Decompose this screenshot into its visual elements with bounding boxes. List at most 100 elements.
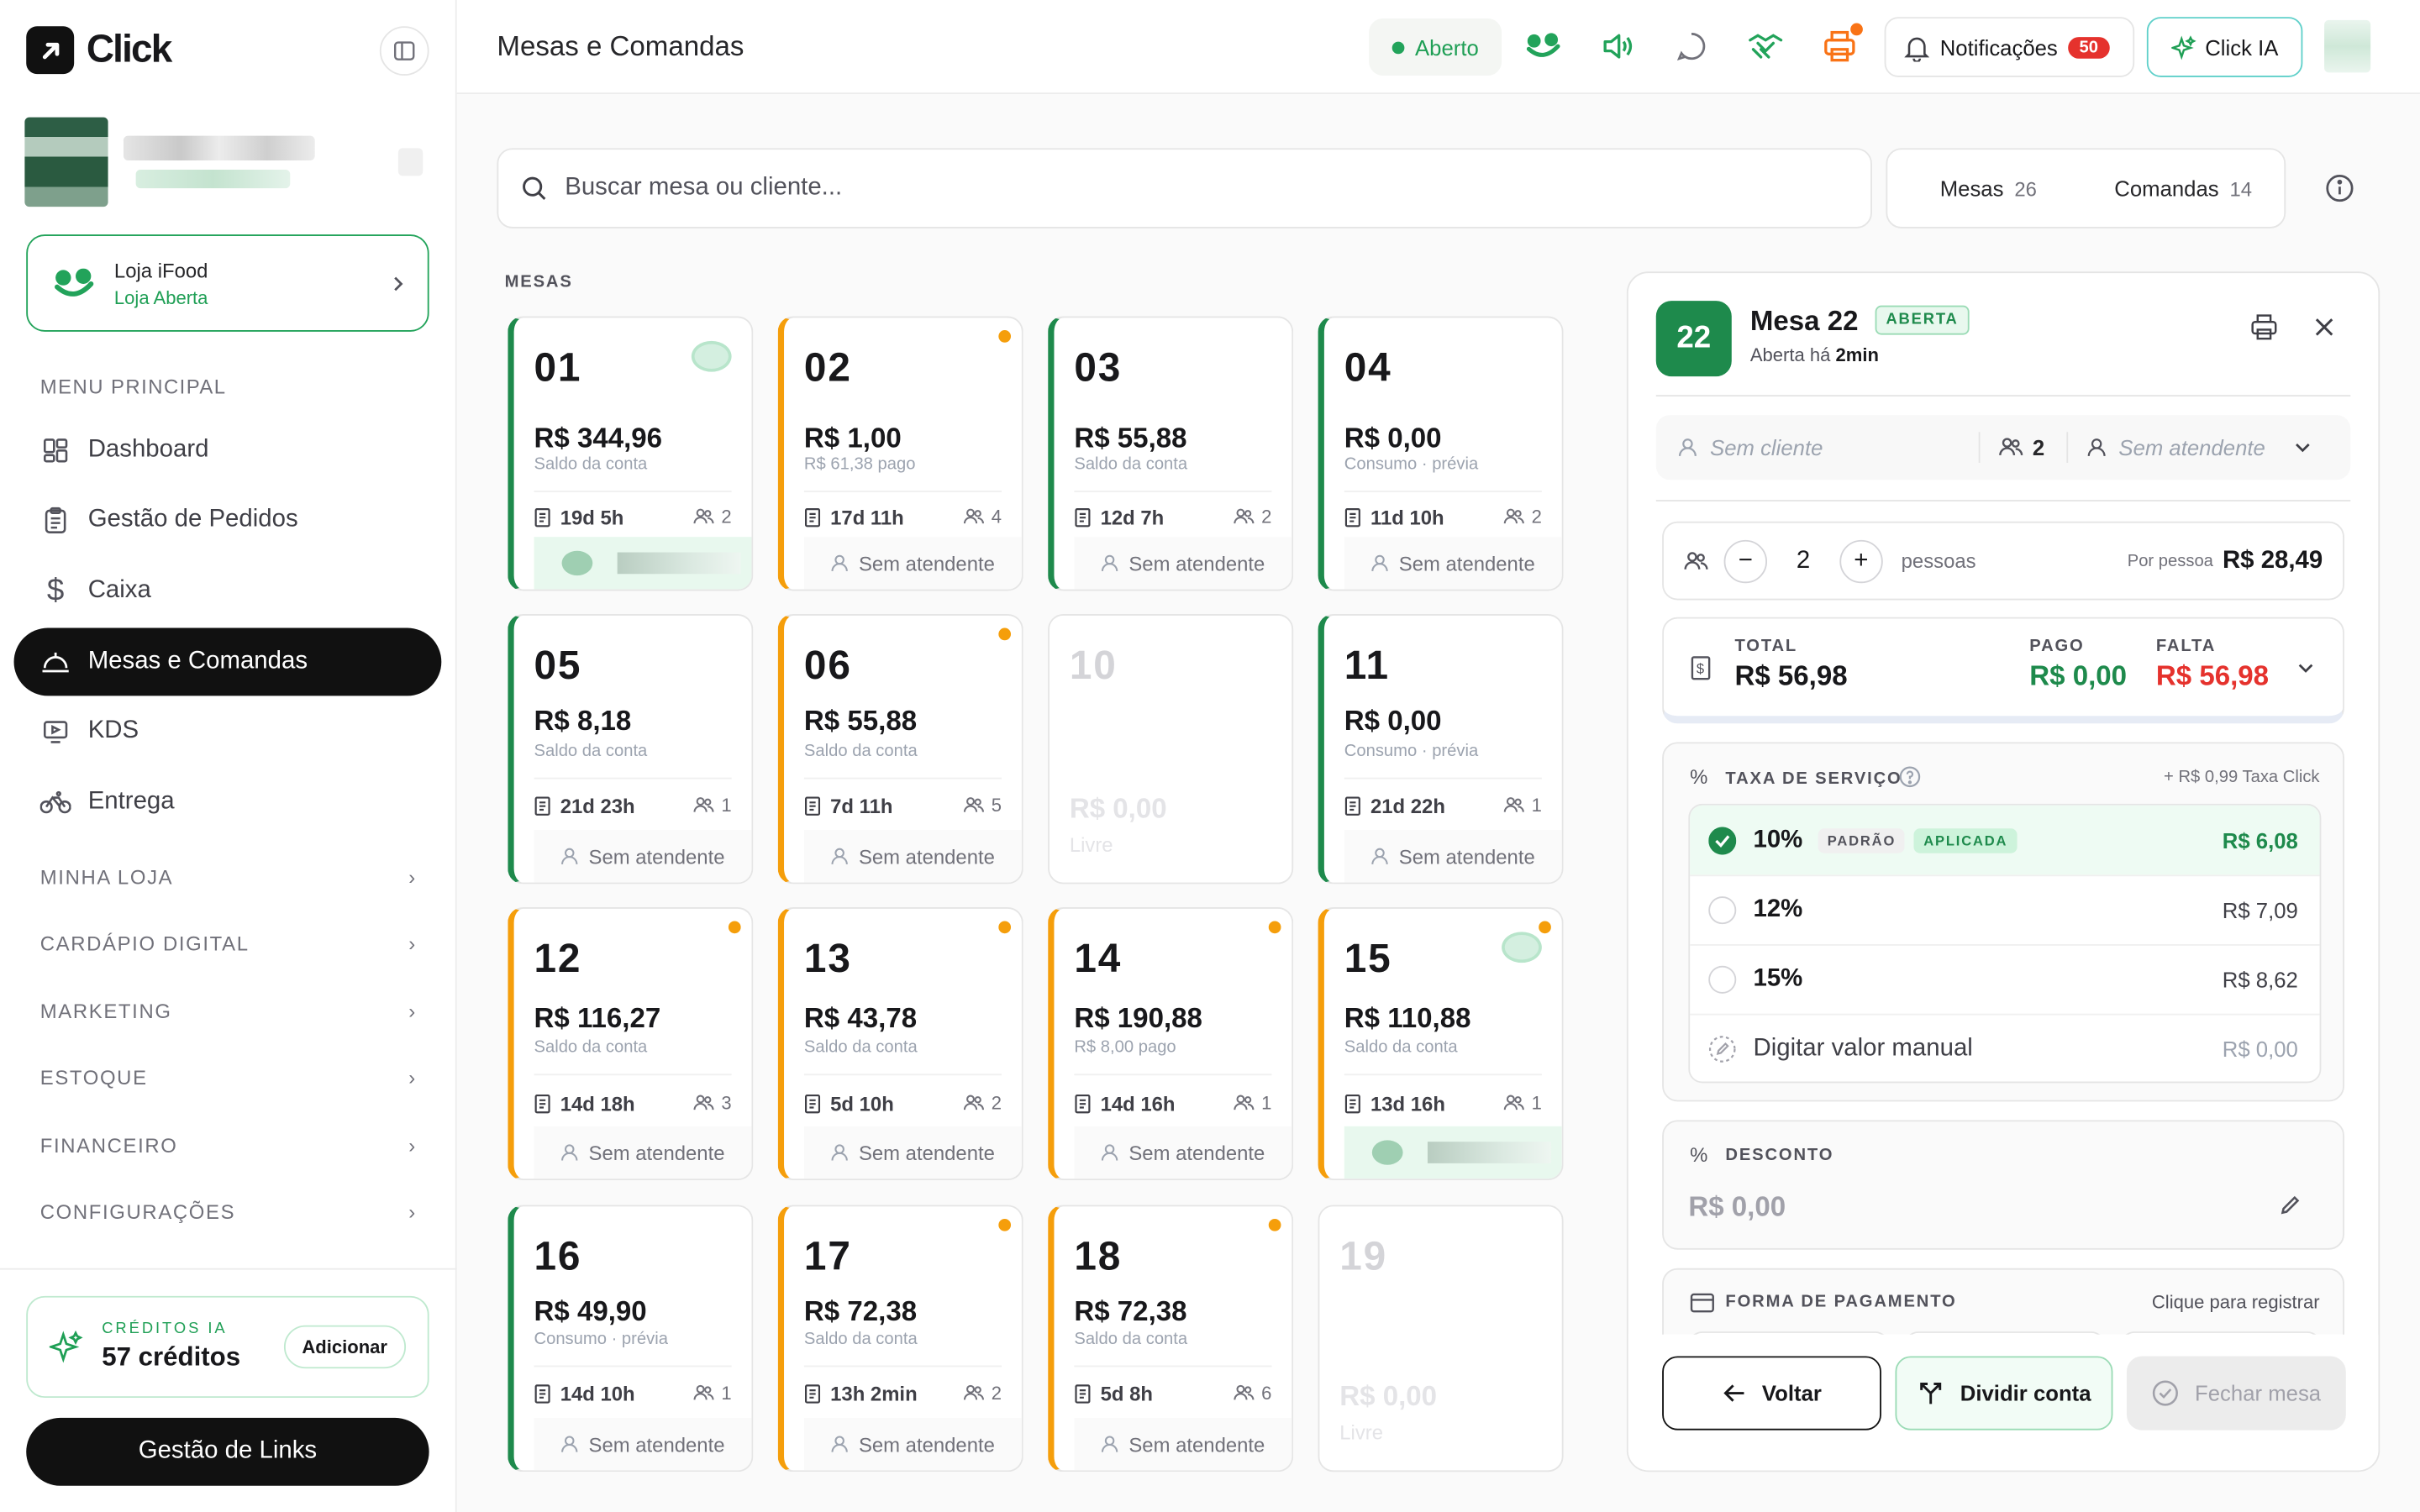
table-number: 03 xyxy=(1074,344,1123,391)
ai-credits-card: CRÉDITOS IA 57 créditos Adicionar xyxy=(26,1295,429,1399)
table-card[interactable]: 18 R$ 72,38 Saldo da conta 5d 8h 6 Sem atende… xyxy=(1048,1205,1294,1473)
info-icon[interactable] xyxy=(2321,170,2358,207)
table-card[interactable]: 05 R$ 8,18 Saldo da conta 21d 23h 1 Sem atend… xyxy=(508,614,754,885)
printer-icon[interactable] xyxy=(1819,23,1863,66)
table-card[interactable]: 16 R$ 49,90 Consumo · prévia 14d 10h 1 Sem at… xyxy=(508,1205,754,1473)
group-configuracoes[interactable]: CONFIGURAÇÕES › xyxy=(40,1200,417,1224)
group-label: CARDÁPIO DIGITAL xyxy=(39,932,250,955)
discount-section[interactable]: % DESCONTO R$ 0,00 xyxy=(1662,1120,2344,1250)
group-estoque[interactable]: ESTOQUE › xyxy=(40,1066,417,1089)
nav-kds[interactable]: KDS xyxy=(14,697,442,765)
close-table-button[interactable]: Fechar mesa xyxy=(2126,1356,2346,1431)
user-avatar-redacted[interactable] xyxy=(2324,19,2371,73)
profile-menu-redacted[interactable] xyxy=(397,148,424,176)
table-card[interactable]: 10 R$ 0,00 Livre xyxy=(1048,614,1294,885)
search-input[interactable] xyxy=(565,174,1800,202)
table-subtitle: Consumo · prévia xyxy=(1344,454,1479,474)
close-icon[interactable] xyxy=(2311,313,2338,341)
discount-label: DESCONTO xyxy=(1725,1146,1834,1165)
service-option-10[interactable]: 10% PADRÃO APLICADA R$ 6,08 xyxy=(1690,805,2320,875)
service-option-15[interactable]: 15% R$ 8,62 xyxy=(1690,944,2320,1014)
store-card[interactable]: Loja iFood Loja Aberta xyxy=(26,234,429,332)
service-option-manual[interactable]: Digitar valor manual R$ 0,00 xyxy=(1690,1013,2320,1084)
store-open-status[interactable]: Aberto xyxy=(1369,18,1502,76)
receipt-icon xyxy=(804,1094,821,1114)
nav-caixa[interactable]: $ Caixa xyxy=(14,557,442,625)
table-card[interactable]: 15 R$ 110,88 Saldo da conta 13d 16h 1 xyxy=(1318,906,1564,1181)
card-divider xyxy=(534,1365,732,1368)
handshake-icon[interactable] xyxy=(1745,26,1786,66)
attendant-row: Sem atendente xyxy=(1074,537,1292,590)
table-card[interactable]: 13 R$ 43,78 Saldo da conta 5d 10h 2 Sem atend… xyxy=(777,906,1023,1181)
table-card[interactable]: 19 R$ 0,00 Livre xyxy=(1318,1205,1564,1473)
collapse-sidebar-button[interactable] xyxy=(379,26,429,76)
tables-section-label: MESAS xyxy=(504,273,573,292)
table-subtitle: Saldo da conta xyxy=(1344,1038,1458,1058)
option-value: R$ 6,08 xyxy=(2222,827,2298,853)
table-card[interactable]: 11 R$ 0,00 Consumo · prévia 21d 22h 1 Sem ate… xyxy=(1318,614,1564,885)
time-value: 13h 2min xyxy=(830,1382,918,1406)
elapsed-time: 21d 22h xyxy=(1344,795,1445,817)
table-card[interactable]: 14 R$ 190,88 R$ 8,00 pago 14d 16h 1 Sem atend… xyxy=(1048,906,1294,1181)
totals-summary[interactable]: $ TOTAL R$ 56,98 PAGO R$ 0,00 FALTA R$ 56,9… xyxy=(1662,617,2344,724)
brand-logo[interactable]: Click xyxy=(26,26,172,75)
option-value: R$ 0,00 xyxy=(2222,1037,2298,1062)
table-card[interactable]: 04 R$ 0,00 Consumo · prévia 11d 10h 2 Sem ate… xyxy=(1318,316,1564,591)
decrement-button[interactable]: − xyxy=(1723,538,1768,583)
credits-value: 57 créditos xyxy=(102,1341,241,1372)
attendant-label: Sem atendente xyxy=(588,1141,725,1164)
attendant-label: Sem atendente xyxy=(588,844,725,869)
nav-mesas-comandas[interactable]: Mesas e Comandas xyxy=(13,627,442,696)
add-credits-button[interactable]: Adicionar xyxy=(283,1325,407,1369)
group-cardapio-digital[interactable]: CARDÁPIO DIGITAL › xyxy=(40,932,417,955)
credits-label: CRÉDITOS IA xyxy=(102,1320,228,1338)
option-label: 12% xyxy=(1753,896,1803,923)
table-card[interactable]: 03 R$ 55,88 Saldo da conta 12d 7h 2 Sem atend… xyxy=(1048,316,1294,591)
split-bill-button[interactable]: Dividir conta xyxy=(1895,1356,2113,1431)
table-card[interactable]: 02 R$ 1,00 R$ 61,38 pago 17d 11h 4 Sem atende… xyxy=(777,316,1023,591)
table-card[interactable]: 01 R$ 344,96 Saldo da conta 19d 5h 2 xyxy=(508,316,754,591)
group-minha-loja[interactable]: MINHA LOJA › xyxy=(40,865,417,889)
payment-label: FORMA DE PAGAMENTO xyxy=(1725,1293,1957,1312)
chat-icon[interactable] xyxy=(1671,26,1712,66)
default-tag: PADRÃO xyxy=(1818,827,1906,853)
attention-dot xyxy=(998,921,1012,934)
attendant-row: Sem atendente xyxy=(1074,1126,1292,1179)
table-subtitle: Consumo · prévia xyxy=(534,1330,668,1349)
click-ia-button[interactable]: Click IA xyxy=(2146,17,2303,77)
receipt-icon xyxy=(1074,507,1091,528)
nav-dashboard[interactable]: Dashboard xyxy=(14,417,442,485)
back-button[interactable]: Voltar xyxy=(1662,1356,1881,1431)
time-value: 7d 11h xyxy=(830,794,893,818)
group-financeiro[interactable]: FINANCEIRO › xyxy=(40,1134,417,1158)
tab-comandas[interactable]: Comandas 14 xyxy=(2114,176,2252,203)
increment-button[interactable]: + xyxy=(1839,538,1883,583)
pencil-icon[interactable] xyxy=(2278,1193,2302,1217)
table-card[interactable]: 17 R$ 72,38 Saldo da conta 13h 2min 2 Sem ate… xyxy=(777,1205,1023,1473)
service-option-12[interactable]: 12% R$ 7,09 xyxy=(1690,874,2320,944)
people-icon xyxy=(964,796,986,815)
sidebar: Click Loja iFood Loja Aberta MENU PRINCI… xyxy=(0,0,457,1512)
divider xyxy=(1655,395,2351,397)
user-profile[interactable] xyxy=(24,117,438,207)
elapsed-time: 13d 16h xyxy=(1344,1092,1445,1116)
receipt-icon xyxy=(1074,1384,1091,1404)
nav-gestao-pedidos[interactable]: Gestão de Pedidos xyxy=(14,486,442,554)
table-card[interactable]: 06 R$ 55,88 Saldo da conta 7d 11h 5 Sem atend… xyxy=(777,614,1023,885)
paid-value: R$ 0,00 xyxy=(2029,660,2128,691)
tab-mesas[interactable]: Mesas 26 xyxy=(1940,176,2037,203)
group-marketing[interactable]: MARKETING › xyxy=(40,1000,417,1023)
arrow-left-icon xyxy=(1722,1383,1746,1404)
notifications-button[interactable]: Notificações 50 xyxy=(1884,17,2135,77)
logo-arrow-icon xyxy=(26,26,75,75)
table-card[interactable]: 12 R$ 116,27 Saldo da conta 14d 18h 3 Sem ate… xyxy=(508,906,754,1181)
print-icon[interactable] xyxy=(2249,312,2280,343)
search-bar[interactable] xyxy=(497,148,1872,228)
ifood-icon[interactable] xyxy=(1523,26,1564,66)
card-icon xyxy=(1690,1293,1714,1313)
links-management-button[interactable]: Gestão de Links xyxy=(26,1417,429,1486)
client-selector[interactable]: Sem cliente 2 Sem atendente xyxy=(1655,415,2351,480)
elapsed-time: 17d 11h xyxy=(804,506,904,529)
nav-entrega[interactable]: Entrega xyxy=(14,769,442,837)
sound-icon[interactable] xyxy=(1597,26,1638,66)
